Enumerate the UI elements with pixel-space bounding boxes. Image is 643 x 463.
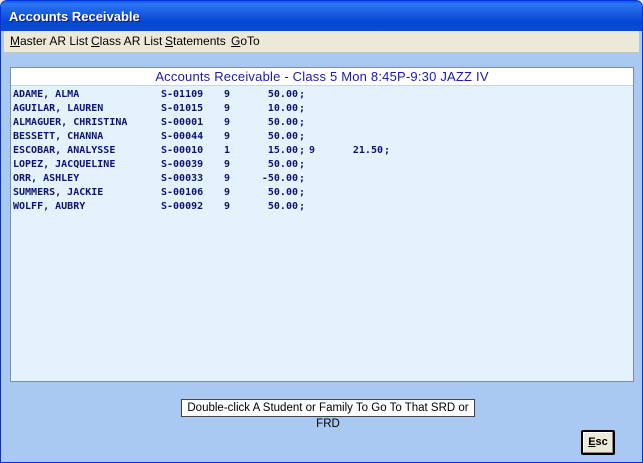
amount: -50.00 xyxy=(261,173,298,184)
separator: ; xyxy=(299,201,306,212)
client-area: Accounts Receivable - Class 5 Mon 8:45P-… xyxy=(4,53,639,459)
student-id: S-00106 xyxy=(161,187,204,198)
lesson-count: 9 xyxy=(224,117,231,128)
student-id: S-00001 xyxy=(161,117,204,128)
lesson-count: 9 xyxy=(224,159,231,170)
separator: ; xyxy=(299,89,306,100)
amount: 50.00 xyxy=(267,159,298,170)
separator: ; xyxy=(299,117,306,128)
student-id: S-00033 xyxy=(161,173,204,184)
menu-bar: Master AR List Class AR List Statements … xyxy=(4,31,639,53)
student-name: AGUILAR, LAUREN xyxy=(13,103,104,114)
student-id: S-00039 xyxy=(161,159,204,170)
student-name: ADAME, ALMA xyxy=(13,89,80,100)
separator: ; xyxy=(299,131,306,142)
menu-goto[interactable]: GoTo xyxy=(231,34,260,48)
lesson-count: 9 xyxy=(224,173,231,184)
menu-class-ar-list[interactable]: Class AR List xyxy=(91,34,162,48)
amount: 10.00 xyxy=(267,103,298,114)
student-name: BESSETT, CHANNA xyxy=(13,131,104,142)
student-name: ORR, ASHLEY xyxy=(13,173,80,184)
lesson-count: 9 xyxy=(224,201,231,212)
student-name: LOPEZ, JACQUELINE xyxy=(13,159,116,170)
student-id: S-00010 xyxy=(161,145,204,156)
student-name: ESCOBAR, ANALYSSE xyxy=(13,145,116,156)
student-name: SUMMERS, JACKIE xyxy=(13,187,104,198)
student-name: ALMAGUER, CHRISTINA xyxy=(13,117,128,128)
student-id: S-00092 xyxy=(161,201,204,212)
panel-title: Accounts Receivable - Class 5 Mon 8:45P-… xyxy=(155,69,489,84)
amount: 50.00 xyxy=(267,131,298,142)
amount: 50.00 xyxy=(267,187,298,198)
lesson-count: 9 xyxy=(224,131,231,142)
amount: 50.00 xyxy=(267,117,298,128)
panel-header: Accounts Receivable - Class 5 Mon 8:45P-… xyxy=(11,68,633,86)
hint-text: Double-click A Student or Family To Go T… xyxy=(181,399,475,430)
esc-button[interactable]: Esc xyxy=(581,430,615,455)
menu-master-ar-list[interactable]: Master AR List xyxy=(10,34,88,48)
separator: ; xyxy=(299,145,306,156)
separator: ; xyxy=(299,159,306,170)
student-id: S-01015 xyxy=(161,103,204,114)
lesson-count-2: 9 xyxy=(309,145,316,156)
student-id: S-01109 xyxy=(161,89,204,100)
lesson-count: 9 xyxy=(224,89,231,100)
lesson-count: 9 xyxy=(224,103,231,114)
separator: ; xyxy=(299,173,306,184)
lesson-count: 9 xyxy=(224,187,231,198)
menu-statements[interactable]: Statements xyxy=(165,34,226,48)
separator: ; xyxy=(299,103,306,114)
accounts-receivable-window: Accounts Receivable Master AR List Class… xyxy=(0,0,643,463)
amount: 50.00 xyxy=(267,201,298,212)
title-bar[interactable]: Accounts Receivable xyxy=(1,1,642,31)
amount: 50.00 xyxy=(267,89,298,100)
window-title: Accounts Receivable xyxy=(9,9,140,24)
separator: ; xyxy=(384,145,391,156)
amount-2: 21.50 xyxy=(352,145,383,156)
separator: ; xyxy=(299,187,306,198)
amount: 15.00 xyxy=(267,145,298,156)
student-id: S-00044 xyxy=(161,131,204,142)
ar-list-panel[interactable]: Accounts Receivable - Class 5 Mon 8:45P-… xyxy=(10,67,634,382)
lesson-count: 1 xyxy=(224,145,231,156)
student-name: WOLFF, AUBRY xyxy=(13,201,86,212)
